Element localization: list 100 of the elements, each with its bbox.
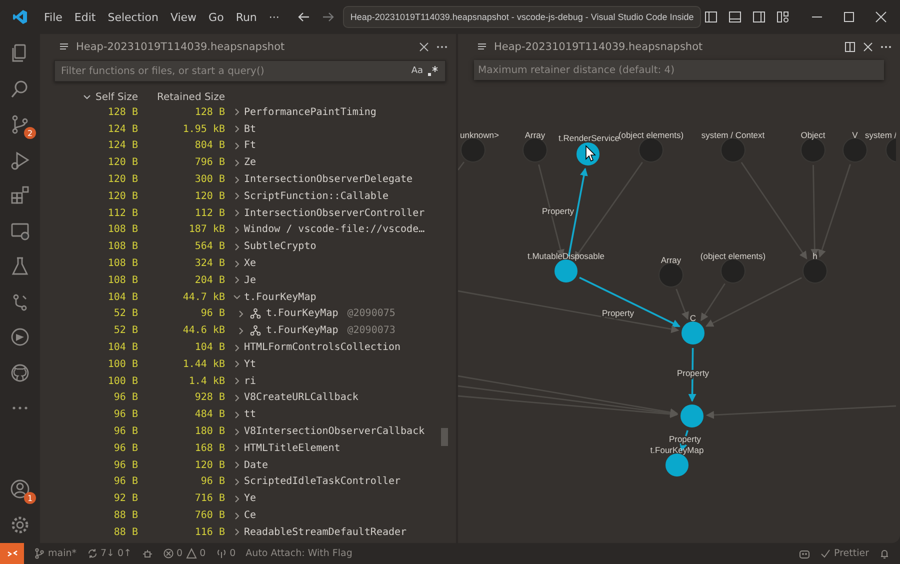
object-name[interactable]: IntersectionObserverController (244, 208, 425, 219)
object-name[interactable]: V8CreateURLCallback (244, 392, 358, 404)
self-size-cell-text: 124 B (106, 124, 138, 135)
retained-size-cell-text: 324 B (194, 258, 225, 270)
menu-item[interactable]: View (164, 8, 203, 26)
object-name[interactable]: Ft (244, 140, 256, 152)
retained-size-cell-text: 1.44 kB (182, 358, 225, 370)
notification-badge: 1 (24, 492, 36, 504)
node-label: t.RenderService (558, 133, 620, 143)
retained-size-cell-text: 187 kB (188, 224, 225, 236)
error-count[interactable]: 0 (176, 548, 183, 559)
self-size-cell-text: 96 B (112, 460, 138, 471)
object-name[interactable]: ScriptedIdleTaskController (244, 476, 401, 488)
auto-attach-status[interactable]: Auto Attach: With Flag (246, 548, 352, 559)
self-size-cell-text: 96 B (112, 476, 138, 488)
object-name[interactable]: ScriptFunction::Callable (244, 190, 388, 202)
object-name[interactable]: Date (244, 460, 268, 471)
notification-badge: 2 (24, 127, 36, 139)
retained-size-cell-text: 168 B (194, 442, 225, 454)
object-name[interactable]: t.FourKeyMap (266, 308, 338, 320)
object-name[interactable]: Yt (244, 358, 256, 370)
self-size-cell-text: 120 B (106, 174, 138, 186)
object-name[interactable]: HTMLFormControlsCollection (244, 342, 401, 354)
retained-size-cell-text: 484 B (194, 409, 225, 420)
object-name[interactable]: t.FourKeyMap (244, 292, 316, 303)
retained-size-cell-text: 112 B (194, 208, 225, 219)
node-label: unknown> (460, 130, 499, 140)
self-size-cell-text: 96 B (112, 392, 138, 404)
filter-field[interactable]: Filter functions or files, or start a query() Aa (54, 60, 446, 82)
object-name[interactable]: HTMLTitleElement (244, 442, 340, 454)
node-label: system / Context (701, 130, 765, 140)
self-size-cell-text: 100 B (106, 358, 138, 370)
object-name[interactable]: V8IntersectionObserverCallback (244, 426, 425, 438)
self-size-cell-text: 108 B (106, 224, 138, 236)
object-name[interactable]: SubtleCrypto (244, 241, 316, 252)
retained-size-cell-text: 564 B (194, 241, 225, 252)
node-label: Array (524, 130, 546, 140)
menu-item[interactable]: Edit (68, 8, 102, 26)
self-size-cell-text: 52 B (112, 308, 138, 320)
prettier-status[interactable]: Prettier (834, 548, 869, 559)
object-name[interactable]: Bt (244, 124, 256, 135)
retained-size-cell-text: 928 B (194, 392, 225, 404)
column-header[interactable]: Self Size (95, 92, 138, 102)
retained-size-cell-text: 116 B (194, 526, 225, 538)
object-name[interactable]: Je (244, 274, 256, 286)
object-id: @2090073 (347, 325, 396, 336)
retained-size-cell-text: 96 B (200, 476, 225, 488)
command-center[interactable]: Heap-20231019T114039.heapsnapshot - vscode-js-debug - Visual Studio Code Inside (343, 6, 701, 28)
node-label: (object elements) (618, 130, 684, 140)
object-name[interactable]: Ce (244, 510, 256, 522)
node-label: t.FourKeyMap (650, 445, 704, 455)
object-name[interactable]: Ze (244, 157, 256, 168)
self-size-cell-text: 88 B (112, 510, 138, 522)
object-name[interactable]: Ye (244, 493, 256, 504)
ports-count[interactable]: 0 (230, 548, 236, 559)
object-name[interactable]: ri (244, 376, 256, 387)
retained-size-cell-text: 1.95 kB (182, 124, 225, 135)
self-size-cell-text: 120 B (106, 157, 138, 168)
self-size-cell-text: 88 B (112, 526, 138, 538)
self-size-cell-text: 108 B (106, 258, 138, 270)
object-id: @2090075 (347, 308, 396, 320)
object-name[interactable]: PerformancePaintTiming (244, 106, 376, 118)
object-name[interactable]: Xe (244, 258, 256, 270)
self-size-cell-text: 52 B (112, 325, 138, 336)
menu-item[interactable]: Run (230, 8, 263, 26)
object-name[interactable]: ReadableStreamDefaultReader (244, 526, 407, 538)
retained-size-cell-text: 180 B (194, 426, 225, 438)
retained-size-cell-text: 760 B (194, 510, 225, 522)
column-header[interactable]: Retained Size (156, 92, 225, 102)
editor-tab-title[interactable]: Heap-20231019T114039.heapsnapshot (76, 41, 412, 53)
node-label: Object (800, 130, 826, 140)
menu-item[interactable]: File (38, 8, 68, 26)
self-size-cell-text: 104 B (106, 292, 138, 303)
more-menu[interactable]: ··· (262, 8, 286, 26)
object-name[interactable]: IntersectionObserverDelegate (244, 174, 413, 186)
branch-name[interactable]: main* (48, 548, 76, 559)
retained-size-cell-text: 716 B (194, 493, 225, 504)
self-size-cell-text: 120 B (106, 190, 138, 202)
retainer-distance-field[interactable]: Maximum retainer distance (default: 4) (474, 60, 884, 80)
menu-item[interactable]: Selection (102, 8, 164, 26)
retained-size-cell-text: 796 B (194, 157, 225, 168)
retained-size-cell-text: 44.7 kB (182, 292, 225, 303)
match-case-toggle[interactable]: Aa (411, 66, 423, 76)
sync-status[interactable]: 7↓ 0↑ (100, 548, 132, 559)
warning-count[interactable]: 0 (200, 548, 206, 559)
retained-size-cell-text: 104 B (194, 342, 225, 354)
self-size-cell-text: 104 B (106, 342, 138, 354)
object-name[interactable]: tt (244, 409, 256, 420)
retained-size-cell-text: 300 B (194, 174, 225, 186)
object-name[interactable]: t.FourKeyMap (266, 325, 338, 336)
self-size-cell-text: 108 B (106, 274, 138, 286)
self-size-cell-text: 128 B (106, 106, 138, 118)
retained-size-cell-text: 96 B (200, 308, 225, 320)
retained-size-cell-text: 1.4 kB (188, 376, 225, 387)
self-size-cell-text: 92 B (112, 493, 138, 504)
self-size-cell-text: 112 B (106, 208, 138, 219)
editor-tab-title[interactable]: Heap-20231019T114039.heapsnapshot (494, 41, 838, 53)
menu-item[interactable]: Go (202, 8, 230, 26)
object-name[interactable]: Window / vscode-file://vscode… (244, 224, 425, 236)
self-size-cell-text: 96 B (112, 442, 138, 454)
